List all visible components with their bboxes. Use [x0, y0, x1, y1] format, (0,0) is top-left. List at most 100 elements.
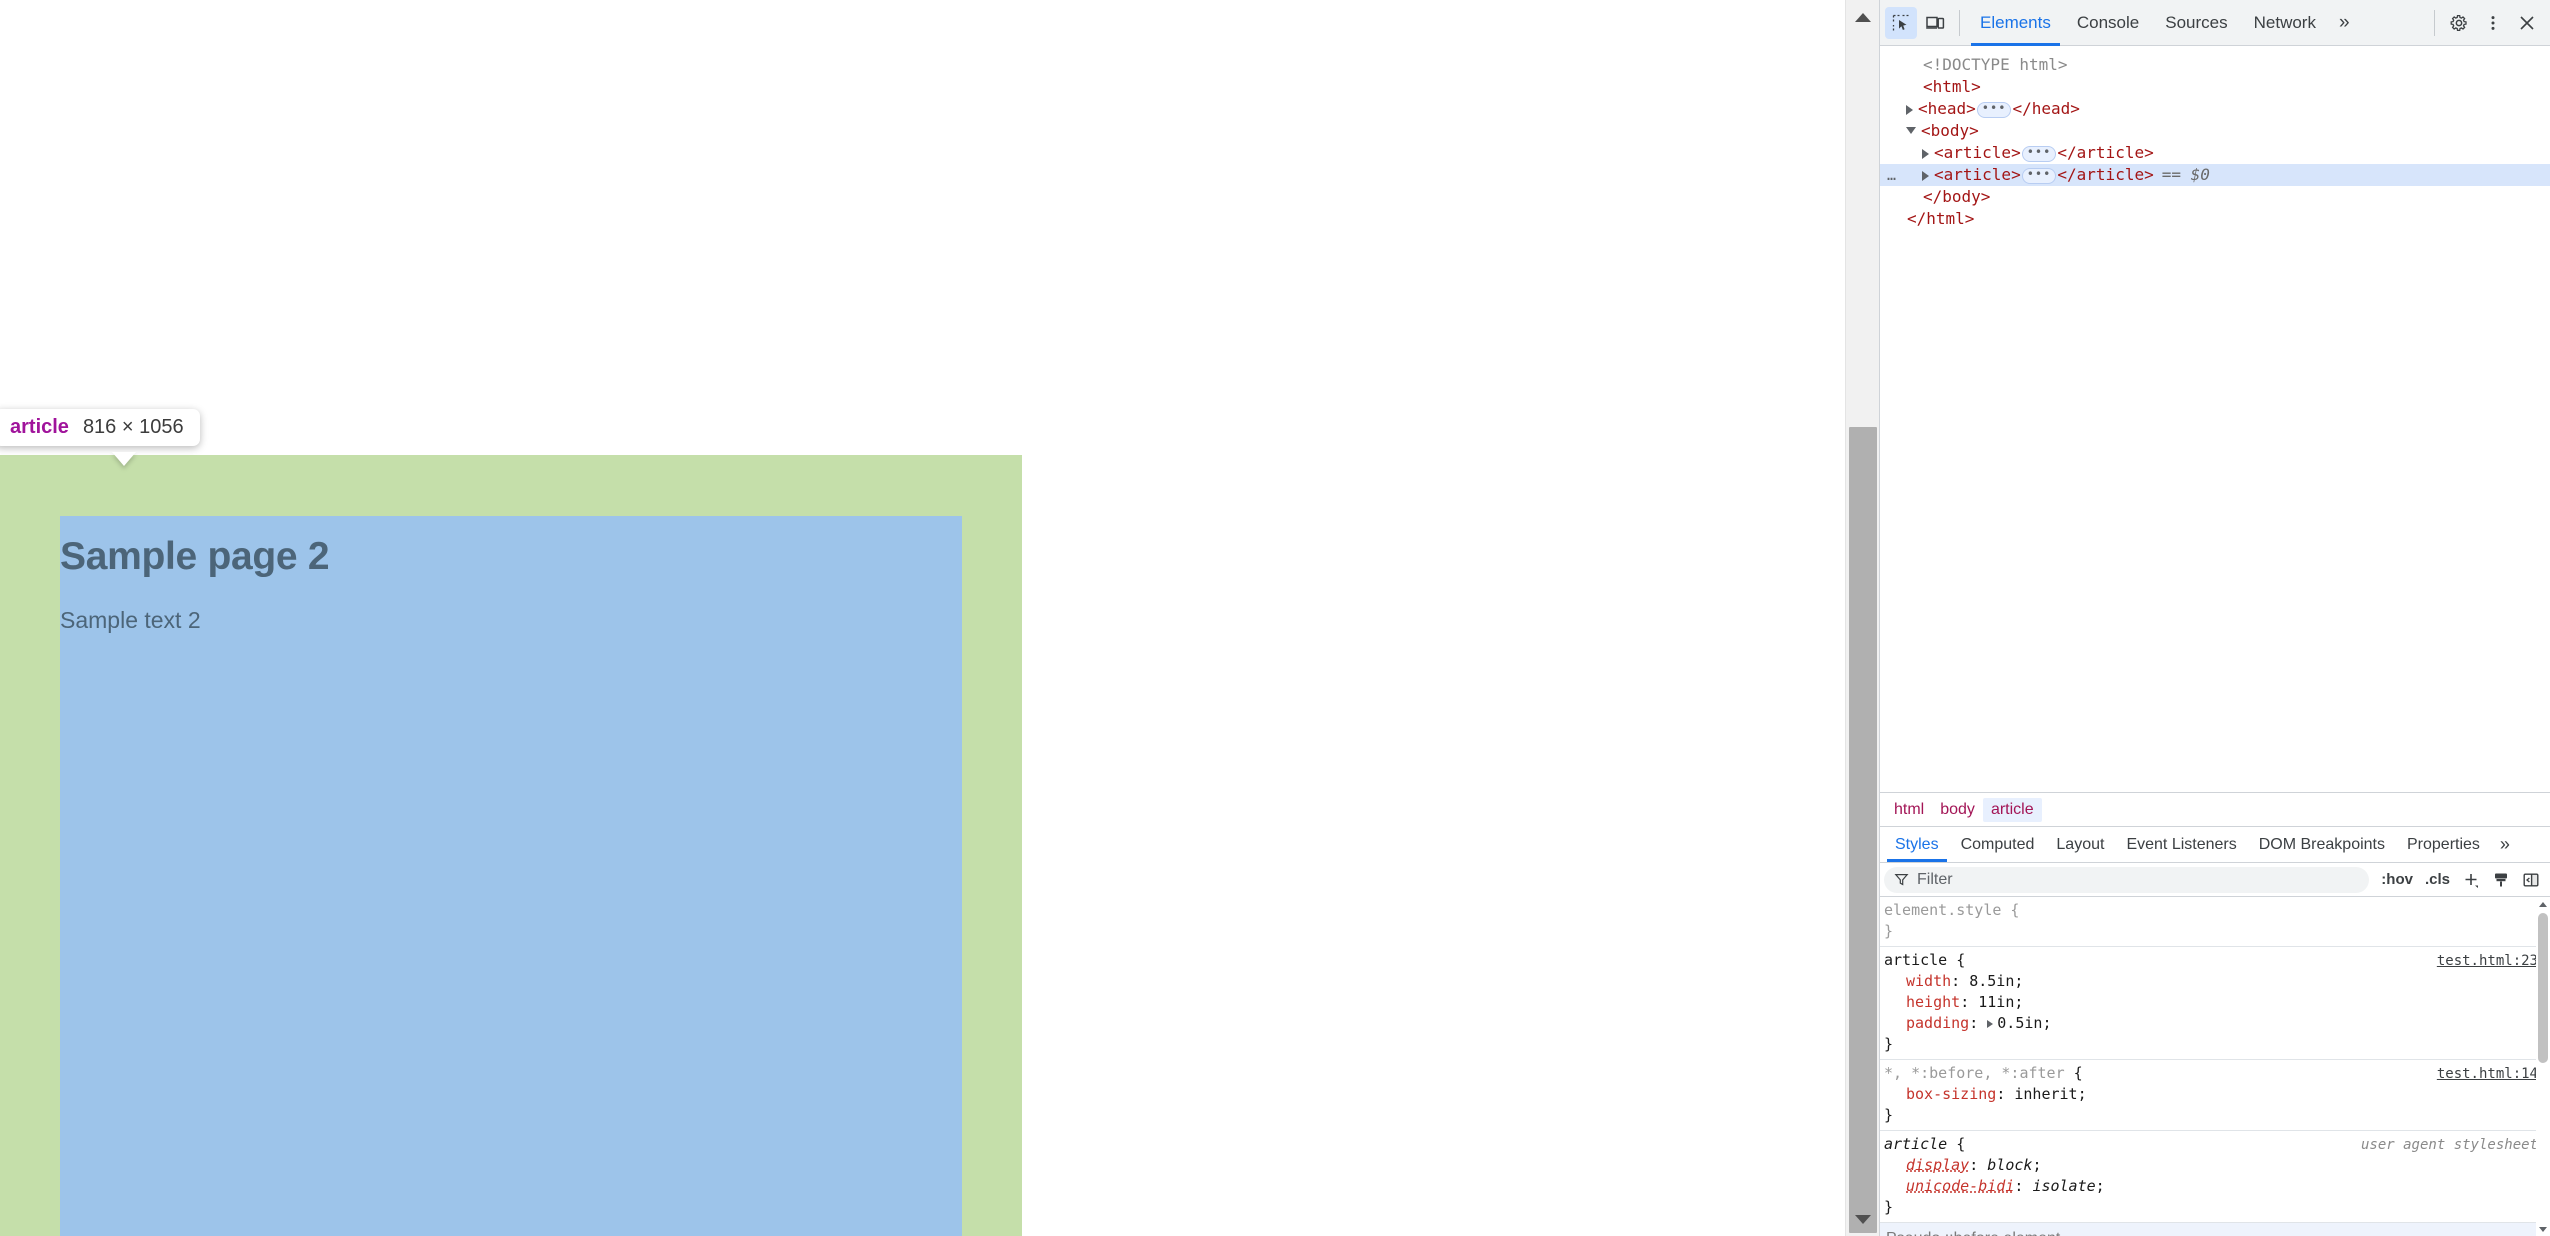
style-rule-source-link[interactable]: test.html:14: [2437, 1064, 2538, 1085]
style-declaration[interactable]: padding: 0.5in;: [1884, 1013, 2550, 1034]
dom-node-label: <!DOCTYPE html>: [1923, 55, 2068, 74]
declaration-property[interactable]: unicode-bidi: [1906, 1177, 2014, 1195]
cls-toggle-button[interactable]: .cls: [2419, 867, 2456, 893]
declaration-value[interactable]: isolate: [2032, 1177, 2095, 1195]
tab-layout[interactable]: Layout: [2045, 827, 2115, 862]
hov-toggle-button[interactable]: :hov: [2375, 867, 2419, 893]
collapse-triangle-icon[interactable]: [1906, 127, 1916, 134]
styles-pane-scrollbar[interactable]: [2536, 897, 2550, 1236]
dom-row[interactable]: </body>: [1880, 186, 2550, 208]
scroll-down-arrow-icon[interactable]: [1846, 1202, 1880, 1236]
inspected-page-viewport[interactable]: Sample page 2 Sample text 2 article 816 ×…: [0, 0, 1845, 1236]
dom-row[interactable]: <html>: [1880, 76, 2550, 98]
tab-sources[interactable]: Sources: [2152, 0, 2240, 46]
styles-scrollbar-thumb[interactable]: [2538, 913, 2548, 1063]
element-inspector-tooltip: article 816 × 1056: [0, 409, 200, 446]
tab-computed[interactable]: Computed: [1950, 827, 2046, 862]
expand-triangle-icon[interactable]: [1922, 148, 1929, 159]
style-declaration[interactable]: height: 11in;: [1884, 992, 2550, 1013]
dom-row-selected[interactable]: … <article> ••• </article> == $0: [1880, 164, 2550, 186]
page-heading: Sample page 2: [60, 535, 330, 578]
styles-filter-input[interactable]: Filter: [1884, 866, 2370, 893]
devtools-panel: Elements Console Sources Network » <!DOC…: [1879, 0, 2550, 1236]
style-rule-source-label: user agent stylesheet: [2360, 1137, 2538, 1153]
breadcrumb-item-body[interactable]: body: [1932, 798, 1983, 822]
breadcrumb-item-article[interactable]: article: [1982, 797, 2042, 822]
style-declaration[interactable]: unicode-bidi: isolate;: [1884, 1176, 2550, 1197]
devtools-toolbar: Elements Console Sources Network »: [1880, 0, 2550, 46]
tab-dom-breakpoints[interactable]: DOM Breakpoints: [2248, 827, 2396, 862]
breadcrumb-item-html[interactable]: html: [1886, 798, 1932, 822]
more-style-tabs-chevron-icon[interactable]: »: [2491, 827, 2519, 862]
pseudo-element-section-header[interactable]: Pseudo ::before element: [1880, 1223, 2550, 1236]
style-declaration[interactable]: display: block;: [1884, 1155, 2550, 1176]
tab-dom-breakpoints-label: DOM Breakpoints: [2258, 835, 2385, 853]
scrollbar-thumb[interactable]: [1849, 427, 1877, 1233]
tab-network[interactable]: Network: [2241, 0, 2329, 46]
declaration-property[interactable]: display: [1906, 1156, 1969, 1174]
declaration-property[interactable]: padding: [1906, 1014, 1969, 1032]
collapsed-children-icon[interactable]: •••: [2021, 167, 2057, 184]
more-style-tabs-label: »: [2499, 834, 2510, 854]
expand-shorthand-icon[interactable]: [1987, 1019, 1994, 1028]
tab-event-listeners[interactable]: Event Listeners: [2115, 827, 2247, 862]
devtools-main-tabs: Elements Console Sources Network »: [1967, 0, 2360, 46]
collapsed-children-icon[interactable]: •••: [1976, 101, 2012, 118]
device-toolbar-icon[interactable]: [1919, 7, 1951, 39]
dom-row[interactable]: <head> ••• </head>: [1880, 98, 2550, 120]
tab-styles[interactable]: Styles: [1884, 827, 1950, 862]
style-rule-close-brace: }: [1884, 1035, 1894, 1053]
style-declaration[interactable]: box-sizing: inherit;: [1884, 1084, 2550, 1105]
declaration-value[interactable]: inherit: [2014, 1085, 2077, 1103]
declaration-value[interactable]: block: [1987, 1156, 2032, 1174]
style-rule-selector[interactable]: element.style: [1884, 901, 2001, 919]
declaration-value[interactable]: 0.5in: [1997, 1014, 2042, 1032]
collapsed-children-icon[interactable]: •••: [2021, 145, 2057, 162]
devtools-toolbar-right: [2427, 7, 2544, 39]
styles-filter-row: Filter :hov .cls: [1880, 862, 2550, 896]
tab-elements[interactable]: Elements: [1967, 0, 2064, 46]
dom-row[interactable]: <article> ••• </article>: [1880, 142, 2550, 164]
declaration-property[interactable]: width: [1906, 972, 1951, 990]
style-rule-article[interactable]: test.html:23 article { width: 8.5in; hei…: [1880, 947, 2550, 1060]
dom-row[interactable]: <!DOCTYPE html>: [1880, 54, 2550, 76]
declaration-property[interactable]: box-sizing: [1906, 1085, 1996, 1103]
scroll-up-arrow-icon[interactable]: [1846, 0, 1880, 34]
style-declaration[interactable]: width: 8.5in;: [1884, 971, 2550, 992]
tab-console[interactable]: Console: [2064, 0, 2152, 46]
dom-row[interactable]: <body>: [1880, 120, 2550, 142]
inspect-element-picker-icon[interactable]: [1885, 6, 1917, 39]
toggle-sidebar-icon[interactable]: [2516, 867, 2546, 893]
plus-icon[interactable]: [2456, 867, 2486, 893]
style-rule-source-link[interactable]: test.html:23: [2437, 951, 2538, 972]
dom-node-label: <html>: [1923, 77, 1981, 96]
page-vertical-scrollbar[interactable]: [1845, 0, 1879, 1236]
styles-rules-list[interactable]: element.style { } test.html:23 article {…: [1880, 896, 2550, 1236]
row-actions-icon[interactable]: …: [1882, 164, 1902, 186]
more-tabs-chevron-icon[interactable]: »: [2329, 0, 2360, 46]
style-rule-selector[interactable]: article: [1884, 1135, 1947, 1153]
tab-properties[interactable]: Properties: [2396, 827, 2491, 862]
style-rule-close-brace: }: [1884, 922, 1894, 940]
dom-row[interactable]: </html>: [1880, 208, 2550, 230]
paintbrush-icon[interactable]: [2486, 867, 2516, 893]
styles-scroll-down-icon[interactable]: [2536, 1222, 2550, 1236]
declaration-value[interactable]: 8.5in: [1969, 972, 2014, 990]
declaration-value[interactable]: 11in: [1978, 993, 2014, 1011]
expand-triangle-icon[interactable]: [1906, 104, 1913, 115]
style-rule-selector[interactable]: article: [1884, 951, 1947, 969]
style-rule-selector[interactable]: *, *:before, *:after: [1884, 1064, 2065, 1082]
declaration-property[interactable]: height: [1906, 993, 1960, 1011]
tab-sources-label: Sources: [2165, 12, 2228, 32]
kebab-menu-icon[interactable]: [2477, 7, 2509, 39]
dom-tree[interactable]: <!DOCTYPE html> <html> <head> ••• </head> …: [1880, 46, 2550, 792]
expand-triangle-icon[interactable]: [1922, 170, 1929, 181]
dom-node-label: <article>: [1934, 165, 2021, 184]
styles-scroll-up-icon[interactable]: [2536, 897, 2550, 911]
gear-icon[interactable]: [2443, 7, 2475, 39]
close-icon[interactable]: [2511, 7, 2543, 39]
style-rule-element-style[interactable]: element.style { }: [1880, 897, 2550, 947]
dom-node-label: </body>: [1923, 187, 1991, 206]
style-rule-user-agent[interactable]: user agent stylesheet article { display:…: [1880, 1131, 2550, 1223]
style-rule-universal[interactable]: test.html:14 *, *:before, *:after { box-…: [1880, 1060, 2550, 1131]
